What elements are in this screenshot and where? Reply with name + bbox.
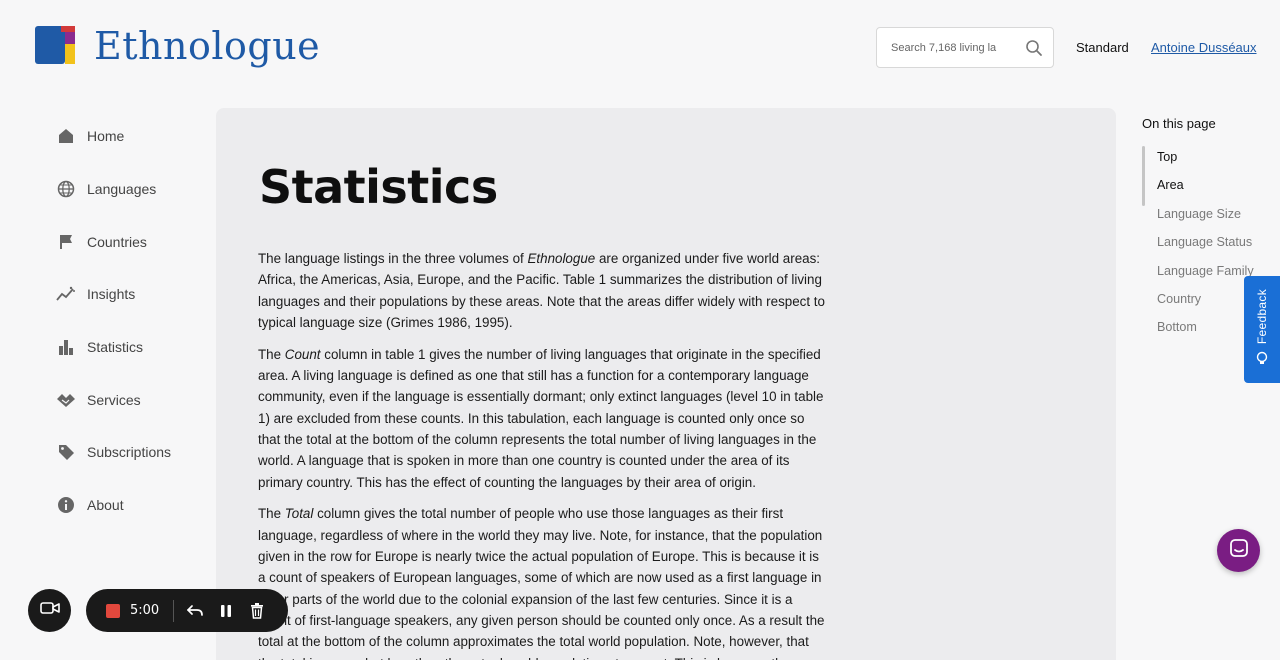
sidebar-item-languages[interactable]: Languages — [56, 163, 216, 216]
chat-launcher-button[interactable] — [1217, 529, 1260, 572]
sidebar-item-label: Services — [87, 391, 141, 408]
feedback-label: Feedback — [1255, 289, 1269, 345]
sidebar-item-services[interactable]: Services — [56, 373, 216, 426]
search-icon[interactable] — [1025, 39, 1043, 57]
user-account-link[interactable]: Antoine Dusséaux — [1151, 40, 1257, 55]
globe-icon — [56, 179, 76, 199]
recording-timer: 5:00 — [130, 603, 160, 618]
handshake-icon — [56, 390, 76, 410]
sidebar-item-statistics[interactable]: Statistics — [56, 321, 216, 374]
toc-item-language-size[interactable]: Language Size — [1157, 207, 1262, 235]
sidebar-item-about[interactable]: About — [56, 479, 216, 532]
paragraph: The Count column in table 1 gives the nu… — [258, 346, 824, 490]
sidebar-item-label: Subscriptions — [87, 444, 172, 461]
sidebar-item-home[interactable]: Home — [56, 110, 216, 163]
sidebar-item-label: Countries — [87, 233, 147, 250]
toc-active-indicator — [1142, 146, 1145, 206]
home-icon — [56, 126, 76, 146]
article-body: The language listings in the three volum… — [258, 248, 828, 660]
divider — [173, 599, 175, 622]
main-content: Statistics The language listings in the … — [216, 108, 1116, 660]
bar-chart-icon — [56, 337, 76, 357]
sidebar-nav: Home Languages Countries Insights Statis… — [56, 110, 216, 532]
lightbulb-icon — [1255, 351, 1269, 370]
insights-icon — [56, 284, 76, 304]
chat-icon — [1229, 538, 1249, 563]
ethnologue-logo[interactable]: Ethnologue — [35, 26, 320, 66]
logo-text: Ethnologue — [94, 24, 321, 68]
paragraph: The Total column gives the total number … — [258, 506, 825, 660]
toc-item-area[interactable]: Area — [1157, 178, 1262, 206]
sidebar-item-countries[interactable]: Countries — [56, 215, 216, 268]
video-camera-icon — [39, 601, 60, 620]
trash-icon[interactable] — [247, 601, 267, 621]
pause-icon[interactable] — [216, 601, 236, 621]
sidebar-item-subscriptions[interactable]: Subscriptions — [56, 426, 216, 479]
stop-recording-button[interactable] — [106, 603, 120, 618]
flag-icon — [56, 232, 76, 252]
sidebar-item-label: Languages — [87, 181, 157, 198]
sidebar-item-label: Statistics — [87, 339, 144, 356]
sidebar-item-label: About — [87, 497, 124, 514]
sidebar-item-insights[interactable]: Insights — [56, 268, 216, 321]
page-title: Statistics — [259, 160, 498, 214]
paragraph: The language listings in the three volum… — [258, 251, 825, 330]
feedback-tab[interactable]: Feedback — [1244, 276, 1280, 383]
toc-title: On this page — [1142, 116, 1216, 131]
undo-icon[interactable] — [185, 601, 205, 621]
sidebar-item-label: Insights — [87, 286, 136, 303]
logo-mark-icon — [35, 26, 77, 66]
standard-link[interactable]: Standard — [1076, 40, 1129, 55]
recording-controls: 5:00 — [86, 589, 288, 632]
toc-item-language-status[interactable]: Language Status — [1157, 235, 1262, 263]
toc-item-top[interactable]: Top — [1157, 150, 1262, 178]
camera-toggle-button[interactable] — [28, 589, 71, 632]
tag-icon — [56, 442, 76, 462]
search-box[interactable] — [876, 27, 1054, 68]
search-input[interactable] — [891, 41, 1025, 54]
info-icon — [56, 495, 76, 515]
sidebar-item-label: Home — [87, 128, 125, 145]
